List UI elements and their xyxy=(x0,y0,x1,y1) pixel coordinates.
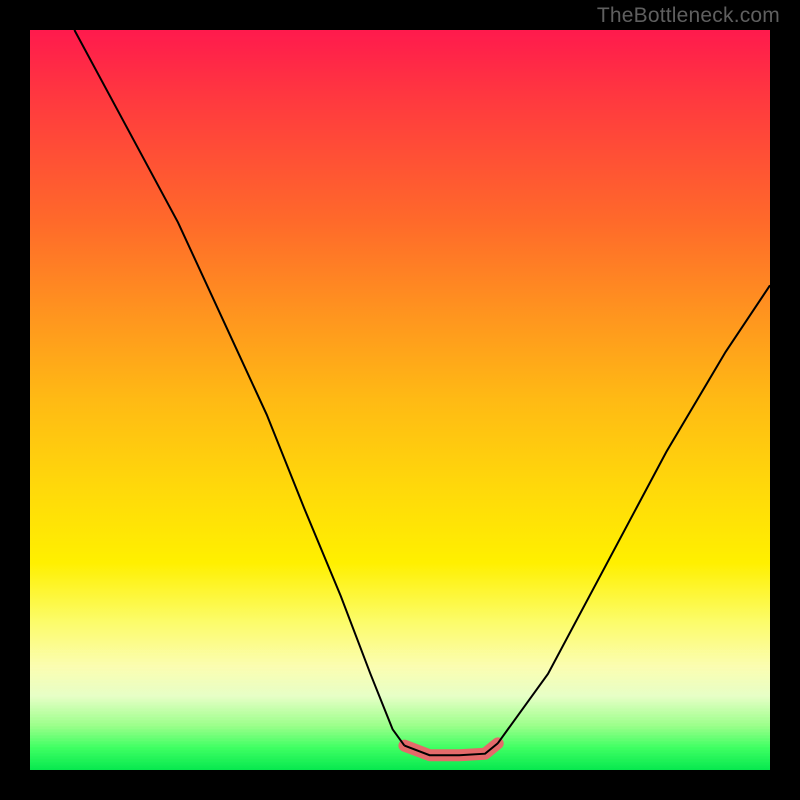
curve-right-branch xyxy=(498,285,770,743)
watermark-text: TheBottleneck.com xyxy=(597,4,780,28)
curve-svg xyxy=(30,30,770,770)
chart-frame: TheBottleneck.com xyxy=(0,0,800,800)
curve-left-branch xyxy=(74,30,404,746)
plot-area xyxy=(30,30,770,770)
